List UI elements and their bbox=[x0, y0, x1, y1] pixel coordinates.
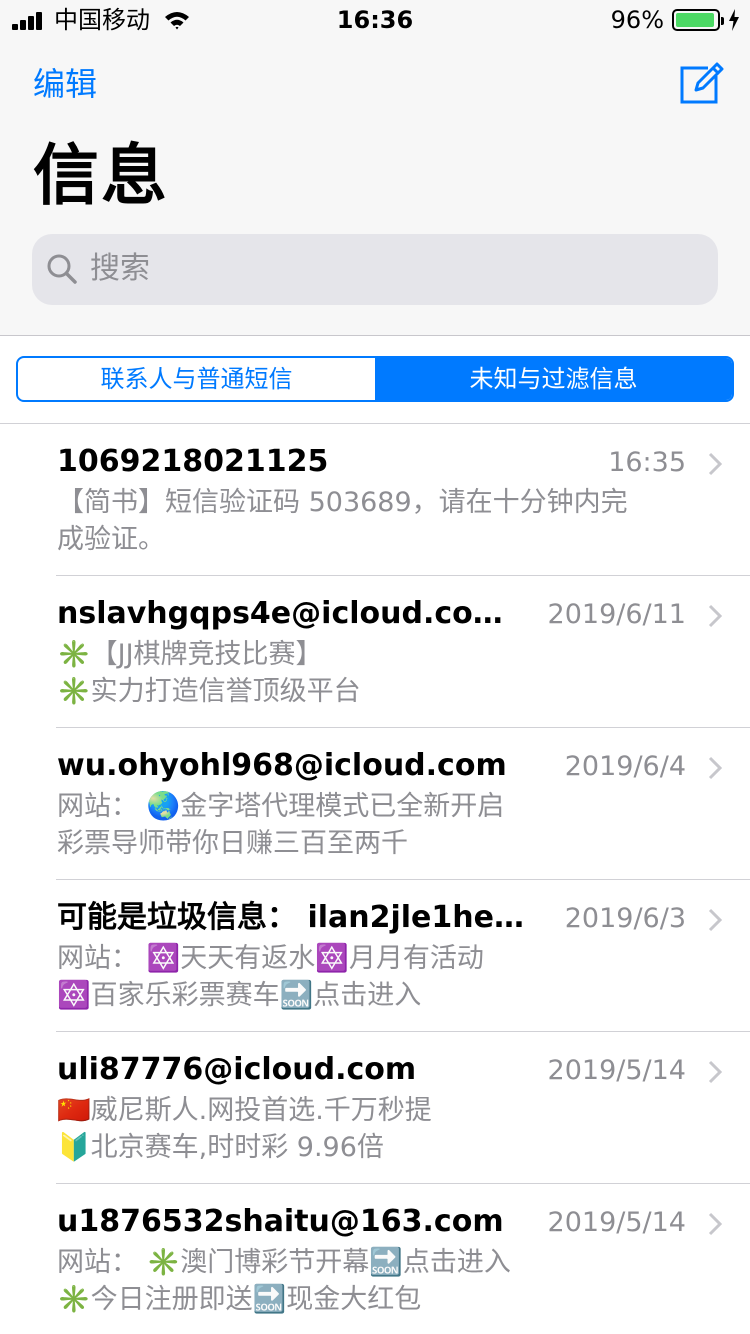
chevron-right-icon bbox=[708, 1060, 722, 1084]
chevron-right-icon bbox=[708, 452, 722, 476]
preview-line: 网站： 🌏金字塔代理模式已全新开启 bbox=[57, 791, 505, 822]
message-date: 16:35 bbox=[608, 447, 686, 478]
message-preview: 网站： 🔯天天有返水🔯月月有活动 🔯百家乐彩票赛车🔜点击进入 bbox=[57, 940, 707, 1014]
message-date: 2019/5/14 bbox=[547, 1207, 686, 1238]
compose-icon[interactable] bbox=[678, 60, 724, 106]
preview-line: ✳️【JJ棋牌竞技比赛】 bbox=[57, 639, 323, 670]
message-row[interactable]: 1069218021125 16:35 【简书】短信验证码 503689，请在十… bbox=[0, 424, 750, 576]
segment-contacts-and-sms[interactable]: 联系人与普通短信 bbox=[18, 358, 375, 400]
status-bar: 中国移动 16:36 96% bbox=[0, 0, 750, 40]
message-preview: 🇨🇳威尼斯人.网投首选.千万秒提 🔰北京赛车,时时彩 9.96倍 bbox=[57, 1092, 707, 1166]
filter-segmented-control: 联系人与普通短信 未知与过滤信息 bbox=[16, 356, 734, 402]
message-preview: 网站： 🌏金字塔代理模式已全新开启 彩票导师带你日赚三百至两千 bbox=[57, 788, 707, 862]
message-date: 2019/6/3 bbox=[564, 903, 686, 934]
preview-line: 🇨🇳威尼斯人.网投首选.千万秒提 bbox=[57, 1095, 432, 1126]
message-row[interactable]: 可能是垃圾信息： ilan2jle1hev... 2019/6/3 网站： 🔯天… bbox=[0, 880, 750, 1032]
message-sender: u1876532shaitu@163.com bbox=[57, 1204, 504, 1239]
preview-line: 网站： ✳️澳门博彩节开幕🔜点击进入 bbox=[57, 1247, 511, 1278]
message-row[interactable]: uli87776@icloud.com 2019/5/14 🇨🇳威尼斯人.网投首… bbox=[0, 1032, 750, 1184]
message-sender: wu.ohyohl968@icloud.com bbox=[57, 748, 507, 783]
message-list: 1069218021125 16:35 【简书】短信验证码 503689，请在十… bbox=[0, 424, 750, 1334]
battery-icon bbox=[672, 9, 724, 31]
message-preview: 【简书】短信验证码 503689，请在十分钟内完 成验证。 bbox=[57, 484, 707, 558]
message-sender: 可能是垃圾信息： ilan2jle1hev... bbox=[57, 900, 527, 935]
search-bar[interactable]: 搜索 bbox=[32, 234, 718, 305]
chevron-right-icon bbox=[708, 1212, 722, 1236]
page-title: 信息 bbox=[33, 137, 169, 214]
edit-button[interactable]: 编辑 bbox=[33, 64, 97, 104]
segment-unknown-and-filtered[interactable]: 未知与过滤信息 bbox=[375, 358, 732, 400]
preview-line: ✳️今日注册即送🔜现金大红包 bbox=[57, 1284, 422, 1315]
message-preview: ✳️【JJ棋牌竞技比赛】 ✳️实力打造信誉顶级平台 bbox=[57, 636, 707, 710]
message-date: 2019/6/4 bbox=[564, 751, 686, 782]
message-row[interactable]: wu.ohyohl968@icloud.com 2019/6/4 网站： 🌏金字… bbox=[0, 728, 750, 880]
search-input[interactable]: 搜索 bbox=[90, 249, 150, 289]
preview-line: 成验证。 bbox=[57, 524, 165, 555]
message-sender: uli87776@icloud.com bbox=[57, 1052, 417, 1087]
message-sender: 1069218021125 bbox=[57, 444, 329, 479]
message-sender: nslavhgqps4e@icloud.com... bbox=[57, 596, 527, 631]
preview-line: 网站： 🔯天天有返水🔯月月有活动 bbox=[57, 943, 484, 974]
preview-line: 【简书】短信验证码 503689，请在十分钟内完 bbox=[57, 487, 628, 518]
charging-bolt-icon bbox=[729, 9, 739, 31]
message-row[interactable]: nslavhgqps4e@icloud.com... 2019/6/11 ✳️【… bbox=[0, 576, 750, 728]
battery-percentage: 96% bbox=[610, 6, 664, 34]
message-date: 2019/5/14 bbox=[547, 1055, 686, 1086]
message-row[interactable]: u1876532shaitu@163.com 2019/5/14 网站： ✳️澳… bbox=[0, 1184, 750, 1334]
message-date: 2019/6/11 bbox=[547, 599, 686, 630]
preview-line: 🔯百家乐彩票赛车🔜点击进入 bbox=[57, 980, 422, 1011]
battery-level bbox=[676, 13, 715, 27]
header-area: 中国移动 16:36 96% 编辑 信息 搜索 bbox=[0, 0, 750, 336]
preview-line: 彩票导师带你日赚三百至两千 bbox=[57, 828, 408, 859]
preview-line: 🔰北京赛车,时时彩 9.96倍 bbox=[57, 1132, 384, 1163]
preview-line: ✳️实力打造信誉顶级平台 bbox=[57, 676, 361, 707]
chevron-right-icon bbox=[708, 756, 722, 780]
message-preview: 网站： ✳️澳门博彩节开幕🔜点击进入 ✳️今日注册即送🔜现金大红包 bbox=[57, 1244, 707, 1318]
chevron-right-icon bbox=[708, 604, 722, 628]
chevron-right-icon bbox=[708, 908, 722, 932]
search-icon bbox=[47, 254, 77, 284]
